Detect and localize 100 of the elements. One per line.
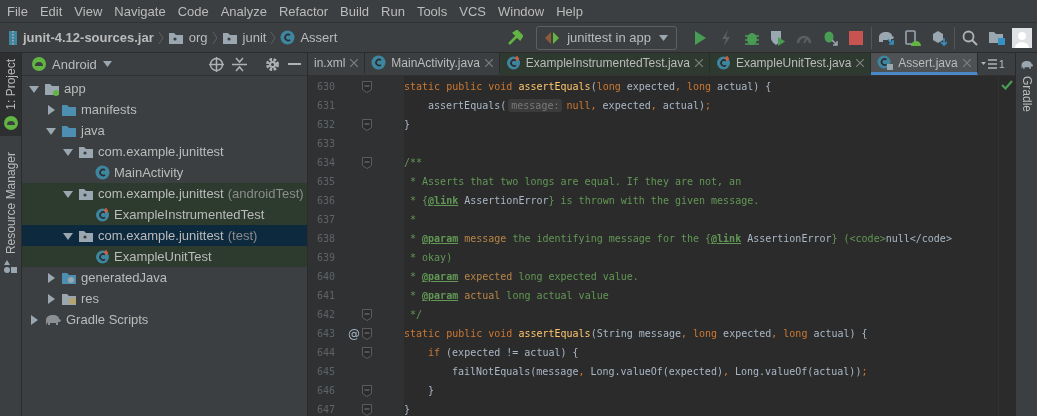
fold-marker-icon[interactable]	[362, 327, 372, 340]
bug-arrow-icon	[822, 29, 838, 46]
folder-icon	[61, 291, 77, 306]
collapsed-arrow-icon[interactable]	[45, 271, 57, 284]
menu-item[interactable]: Refactor	[272, 3, 335, 19]
tree-item-label: java	[81, 123, 105, 138]
tree-item-label: Gradle Scripts	[66, 312, 149, 327]
shapes-icon	[4, 259, 17, 273]
close-icon[interactable]	[856, 58, 865, 67]
settings-icon[interactable]	[265, 56, 280, 72]
code-line: static public void assertEquals(String message, long expected, long actual) {	[404, 327, 868, 341]
tree-item[interactable]: com.example.junittest (androidTest)	[22, 183, 307, 204]
account-button[interactable]	[1011, 26, 1033, 49]
code-line: }	[404, 118, 411, 132]
editor-tab[interactable]: ExampleUnitTest.java	[709, 53, 872, 75]
tree-item-label: com.example.junittest	[98, 228, 224, 243]
chevron-icon	[157, 30, 164, 45]
elephant-icon	[44, 313, 62, 326]
locked-class-icon	[877, 55, 894, 70]
fold-marker-icon[interactable]	[362, 403, 372, 416]
tree-item[interactable]: Gradle Scripts	[22, 309, 307, 330]
menu-item[interactable]: Edit	[33, 3, 69, 19]
menu-item[interactable]: Analyze	[214, 3, 273, 19]
close-icon[interactable]	[484, 58, 493, 67]
list-icon	[980, 59, 997, 69]
menu-item[interactable]: Code	[171, 3, 215, 19]
close-icon[interactable]	[694, 58, 703, 67]
code-line: * Asserts that two longs are equal. If they are not, an	[409, 175, 742, 189]
menu-item[interactable]: Tools	[410, 3, 454, 19]
breadcrumb-item[interactable]: org	[167, 30, 208, 45]
menu-item[interactable]: File	[1, 3, 34, 19]
editor-tab[interactable]: Assert.java	[871, 53, 978, 75]
dropdown-caret-icon	[659, 34, 668, 41]
breadcrumb-item[interactable]: junit-4.12-sources.jar	[8, 29, 154, 46]
tree-item[interactable]: com.example.junittest (test)	[22, 225, 307, 246]
tab-overflow-button[interactable]: 1	[977, 53, 1008, 75]
tree-item[interactable]: java	[22, 120, 307, 141]
menu-item[interactable]: Navigate	[108, 3, 172, 19]
tree-item-label: ExampleInstrumentedTest	[114, 207, 265, 222]
tool-window-tab[interactable]: 1: Project	[0, 53, 21, 136]
device-icon	[905, 29, 921, 46]
folder-icon	[61, 102, 77, 117]
package-folder-icon	[167, 30, 184, 45]
code-line: }	[428, 384, 435, 398]
fold-marker-icon[interactable]	[362, 156, 372, 169]
code-line: * okay)	[409, 251, 453, 265]
collapsed-arrow-icon[interactable]	[28, 313, 40, 326]
editor-tab[interactable]: ExampleInstrumentedTest.java	[499, 53, 710, 75]
locate-icon[interactable]	[209, 56, 224, 72]
tool-window-tab[interactable]: Resource Manager	[0, 145, 21, 279]
menu-item[interactable]: Run	[375, 3, 411, 19]
source-set-label: (androidTest)	[227, 186, 304, 201]
class-icon	[371, 55, 387, 70]
test-class-icon	[505, 55, 521, 70]
package-folder-icon	[78, 144, 94, 159]
tree-item[interactable]: generatedJava	[22, 267, 307, 288]
menu-item[interactable]: Window	[491, 3, 551, 19]
code-line: assertEquals( message: null, expected, actual);	[428, 98, 711, 114]
test-class-icon	[95, 249, 110, 264]
tree-item-label: app	[64, 81, 86, 96]
class-icon	[280, 30, 296, 45]
fold-marker-icon[interactable]	[362, 80, 372, 93]
override-marker[interactable]: @	[348, 326, 362, 341]
tool-window-tab[interactable]: Gradle	[1016, 53, 1037, 119]
minimize-icon[interactable]	[288, 62, 301, 66]
menu-item[interactable]: VCS	[453, 3, 492, 19]
folder-icon	[61, 123, 77, 138]
check-icon	[1001, 80, 1013, 90]
tree-item[interactable]: res	[22, 288, 307, 309]
source-set-label: (test)	[227, 228, 258, 243]
test-class-icon	[715, 55, 731, 70]
jar-icon	[8, 29, 18, 46]
collapse-all-icon[interactable]	[232, 56, 247, 72]
menu-item[interactable]: View	[68, 3, 109, 19]
code-line: *	[409, 213, 417, 227]
menu-item[interactable]: Help	[550, 3, 589, 19]
menu-item[interactable]: Build	[334, 3, 375, 19]
tree-item[interactable]: ExampleInstrumentedTest	[22, 204, 307, 225]
collapsed-arrow-icon[interactable]	[45, 292, 57, 305]
code-line: */	[409, 308, 423, 322]
breadcrumb-item[interactable]: junit	[221, 30, 267, 45]
fold-marker-icon[interactable]	[362, 308, 372, 321]
code-line: }	[404, 403, 411, 416]
fold-marker-icon[interactable]	[362, 384, 372, 397]
collapsed-arrow-icon[interactable]	[45, 103, 57, 116]
fold-marker-icon[interactable]	[362, 118, 372, 131]
tree-item[interactable]: MainActivity	[22, 162, 307, 183]
lightning-icon	[721, 29, 731, 46]
close-icon[interactable]	[350, 58, 359, 67]
tree-item-label: com.example.junittest	[98, 186, 224, 201]
run-icon	[693, 29, 707, 46]
tree-item[interactable]: ExampleUnitTest	[22, 246, 307, 267]
breadcrumb-item[interactable]: Assert	[280, 30, 338, 45]
tree-item[interactable]: com.example.junittest	[22, 141, 307, 162]
fold-marker-icon[interactable]	[362, 346, 372, 359]
project-view-dropdown[interactable]: Android	[32, 56, 112, 72]
tree-item[interactable]: manifests	[22, 99, 307, 120]
run-configuration-dropdown[interactable]: junittest in app	[536, 25, 677, 50]
tree-item[interactable]: app	[22, 78, 307, 99]
tree-item-label: ExampleUnitTest	[114, 249, 212, 264]
